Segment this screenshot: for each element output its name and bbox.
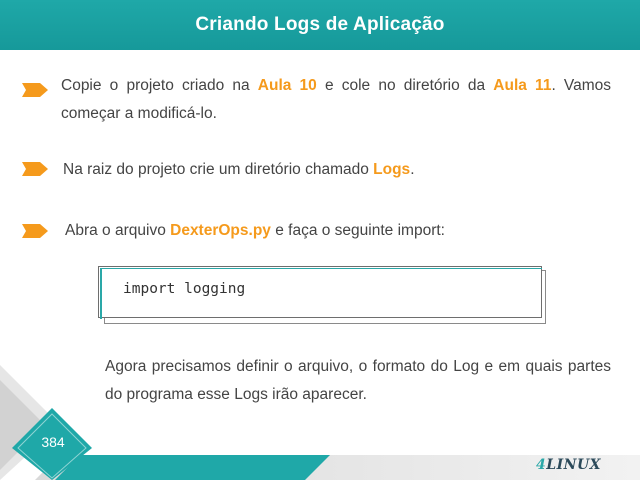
page-number: 384 — [41, 434, 65, 450]
company-logo: 4LINUX — [536, 457, 602, 473]
footer-decoration — [0, 365, 640, 480]
